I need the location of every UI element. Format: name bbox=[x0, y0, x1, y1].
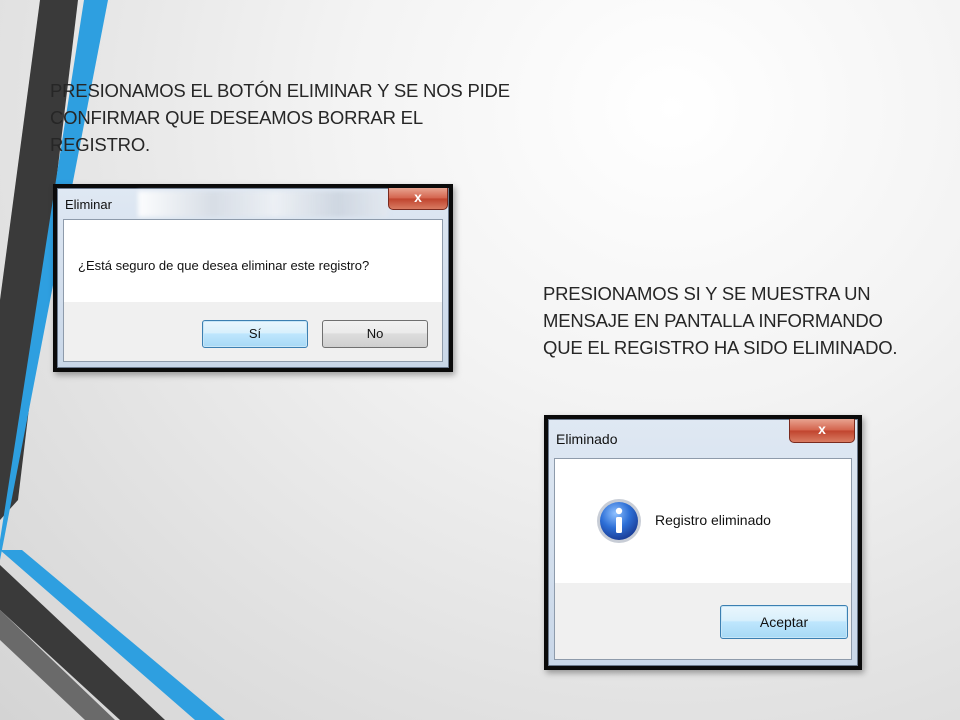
confirm-dialog-titlebar: Eliminar x bbox=[58, 188, 448, 219]
close-icon[interactable]: x bbox=[388, 188, 448, 210]
confirm-dialog-body: ¿Está seguro de que desea eliminar este … bbox=[63, 219, 443, 362]
yes-button[interactable]: Sí bbox=[202, 320, 308, 348]
info-dialog-window: Eliminado x Registro eliminado Aceptar bbox=[548, 419, 858, 666]
info-dialog-screenshot: Eliminado x Registro eliminado Aceptar bbox=[544, 415, 862, 670]
info-message: Registro eliminado bbox=[655, 512, 771, 528]
info-dialog-title: Eliminado bbox=[556, 431, 618, 447]
confirm-message: ¿Está seguro de que desea eliminar este … bbox=[78, 258, 370, 273]
blurred-background bbox=[138, 191, 388, 217]
confirm-dialog-screenshot: Eliminar x ¿Está seguro de que desea eli… bbox=[53, 184, 453, 372]
close-icon[interactable]: x bbox=[789, 419, 855, 443]
caption-info: PRESIONAMOS SI Y SE MUESTRA UN MENSAJE E… bbox=[543, 283, 898, 358]
no-button[interactable]: No bbox=[322, 320, 428, 348]
info-dialog-body: Registro eliminado Aceptar bbox=[554, 458, 852, 660]
accept-button[interactable]: Aceptar bbox=[720, 605, 848, 639]
info-icon bbox=[597, 499, 641, 543]
confirm-dialog-title: Eliminar bbox=[65, 197, 112, 212]
info-message-area: Registro eliminado bbox=[555, 459, 851, 583]
confirm-dialog-window: Eliminar x ¿Está seguro de que desea eli… bbox=[57, 188, 449, 368]
confirm-message-area: ¿Está seguro de que desea eliminar este … bbox=[64, 220, 442, 302]
info-dialog-titlebar: Eliminado x bbox=[549, 419, 857, 450]
caption-confirm: PRESIONAMOS EL BOTÓN ELIMINAR Y SE NOS P… bbox=[50, 80, 510, 155]
